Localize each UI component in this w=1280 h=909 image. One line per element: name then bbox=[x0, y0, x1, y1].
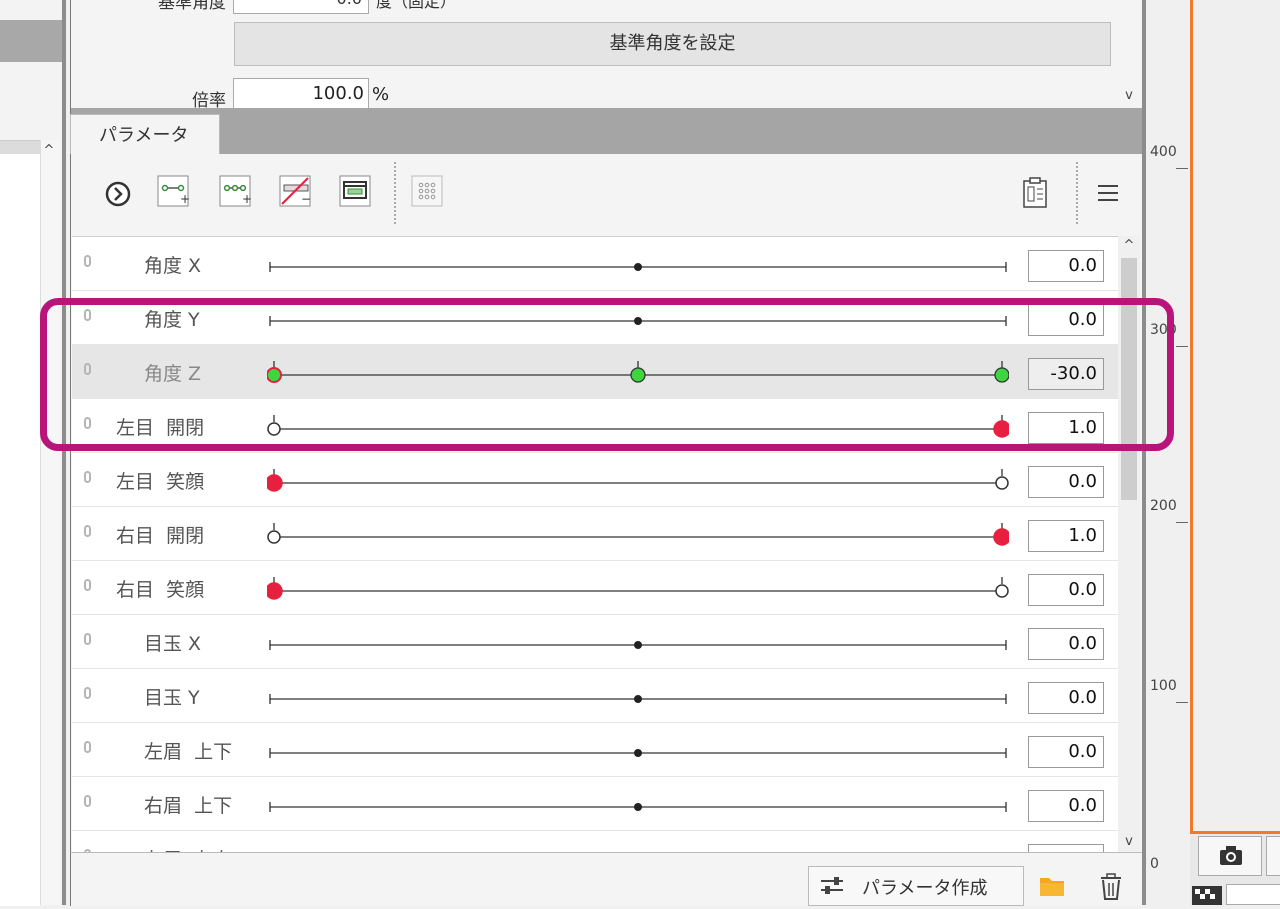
parameter-slider[interactable] bbox=[267, 561, 1009, 615]
base-angle-unit: 度（固定） bbox=[376, 0, 457, 11]
base-angle-label: 基準角度 bbox=[158, 0, 226, 13]
ruler-label: 0 bbox=[1150, 856, 1159, 872]
parameter-name: 右目 開閉 bbox=[116, 525, 205, 547]
parameter-name: 右目 笑顔 bbox=[116, 579, 205, 601]
panel-tab-bar bbox=[70, 108, 1143, 154]
trash-icon[interactable] bbox=[1098, 872, 1124, 906]
parameter-row[interactable]: 右眉 上下 0.0 bbox=[72, 777, 1118, 831]
pin-icon[interactable] bbox=[84, 471, 91, 483]
parameter-row[interactable]: 左眉 左右0.0 bbox=[72, 831, 1118, 853]
scroll-down-icon[interactable]: v bbox=[1118, 832, 1140, 852]
camera-button[interactable] bbox=[1198, 836, 1262, 876]
left-panel-header bbox=[0, 20, 64, 62]
parameter-value-field[interactable]: 0.0 bbox=[1028, 682, 1104, 714]
parameter-slider[interactable] bbox=[267, 453, 1009, 507]
add-three-keys-icon[interactable]: + bbox=[218, 174, 254, 216]
left-scrollbar[interactable] bbox=[40, 140, 59, 905]
base-angle-field[interactable]: 0.0 bbox=[233, 0, 369, 14]
parameter-row[interactable]: 左目 笑顔 0.0 bbox=[72, 453, 1118, 507]
highlight-annotation bbox=[40, 298, 1174, 451]
chevron-circle-icon[interactable] bbox=[100, 174, 136, 216]
parameter-value-field[interactable]: 1.0 bbox=[1028, 520, 1104, 552]
add-key-icon[interactable]: + bbox=[156, 174, 192, 216]
parameter-value-field[interactable]: 0.0 bbox=[1028, 574, 1104, 606]
folder-icon[interactable] bbox=[1038, 874, 1068, 904]
svg-text:+: + bbox=[180, 192, 190, 206]
ruler-tick bbox=[1176, 346, 1188, 347]
parameter-value-field[interactable]: 0.0 bbox=[1028, 628, 1104, 660]
parameter-value-field[interactable]: 0.0 bbox=[1028, 466, 1104, 498]
slider-knob bbox=[634, 749, 642, 757]
camera-icon bbox=[1220, 846, 1242, 865]
menu-icon[interactable] bbox=[1090, 174, 1126, 216]
pin-icon[interactable] bbox=[84, 687, 91, 699]
parameter-row[interactable]: 右目 笑顔 0.0 bbox=[72, 561, 1118, 615]
param-group-icon[interactable] bbox=[338, 174, 374, 216]
parameter-row[interactable]: 角度 X 0.0 bbox=[72, 237, 1118, 291]
key-point bbox=[995, 584, 1009, 598]
tab-parameters[interactable]: パラメータ bbox=[70, 114, 220, 156]
slider-knob bbox=[634, 803, 642, 811]
clipboard-icon[interactable] bbox=[1018, 174, 1054, 216]
toolbar-separator bbox=[1076, 162, 1078, 224]
parameter-row[interactable]: 目玉 X 0.0 bbox=[72, 615, 1118, 669]
canvas-viewport[interactable] bbox=[1190, 0, 1280, 834]
slider-knob bbox=[634, 641, 642, 649]
key-point bbox=[267, 530, 281, 544]
toolbar-separator bbox=[394, 162, 396, 224]
pin-icon[interactable] bbox=[84, 633, 91, 645]
sliders-icon bbox=[821, 877, 843, 894]
panel-divider[interactable] bbox=[62, 0, 66, 905]
parameter-slider[interactable] bbox=[267, 507, 1009, 561]
parameter-slider[interactable] bbox=[267, 615, 1009, 669]
parameter-slider[interactable] bbox=[267, 831, 1009, 853]
set-base-angle-button[interactable]: 基準角度を設定 bbox=[234, 22, 1111, 66]
pin-icon[interactable] bbox=[84, 795, 91, 807]
parameter-value-field[interactable]: 0.0 bbox=[1028, 790, 1104, 822]
pin-icon[interactable] bbox=[84, 255, 91, 267]
ruler-label: 100 bbox=[1150, 678, 1177, 694]
ruler-tick bbox=[1176, 522, 1188, 523]
canvas-tool-button[interactable] bbox=[1266, 836, 1280, 876]
parameter-slider[interactable] bbox=[267, 237, 1009, 291]
remove-key-icon[interactable]: − bbox=[278, 174, 314, 216]
parameter-row[interactable]: 目玉 Y 0.0 bbox=[72, 669, 1118, 723]
key-point bbox=[995, 476, 1009, 490]
scale-field[interactable]: 100.0 bbox=[233, 78, 369, 108]
svg-text:−: − bbox=[301, 192, 311, 206]
vertical-ruler bbox=[1146, 0, 1190, 905]
slider-knob bbox=[267, 474, 283, 492]
slider-knob bbox=[634, 263, 642, 271]
canvas-zoom-field[interactable] bbox=[1226, 884, 1280, 905]
pin-icon[interactable] bbox=[84, 579, 91, 591]
grid-icon[interactable] bbox=[410, 174, 446, 216]
slider-knob bbox=[634, 695, 642, 703]
parameter-slider[interactable] bbox=[267, 777, 1009, 831]
inspector-scroll-down-icon[interactable]: v bbox=[1118, 86, 1140, 106]
checkerboard-icon[interactable] bbox=[1192, 886, 1222, 905]
parameter-row[interactable]: 左眉 上下 0.0 bbox=[72, 723, 1118, 777]
parameter-slider[interactable] bbox=[267, 669, 1009, 723]
create-parameter-label: パラメータ作成 bbox=[862, 878, 988, 899]
parameter-row[interactable]: 右目 開閉 1.0 bbox=[72, 507, 1118, 561]
parameter-value-field[interactable]: 0.0 bbox=[1028, 736, 1104, 768]
parameter-value-field[interactable]: 0.0 bbox=[1028, 250, 1104, 282]
pin-icon[interactable] bbox=[84, 741, 91, 753]
slider-knob bbox=[993, 528, 1009, 546]
left-scroll-up-icon[interactable]: ^ bbox=[40, 142, 58, 160]
pin-icon[interactable] bbox=[84, 525, 91, 537]
scale-unit: % bbox=[372, 84, 390, 105]
parameter-name: 左目 笑顔 bbox=[116, 471, 205, 493]
scroll-up-icon[interactable]: ^ bbox=[1118, 236, 1140, 256]
parameter-slider[interactable] bbox=[267, 723, 1009, 777]
ruler-tick bbox=[1176, 702, 1188, 703]
ruler-label: 400 bbox=[1150, 144, 1177, 160]
slider-knob bbox=[267, 582, 283, 600]
svg-text:+: + bbox=[242, 192, 252, 206]
left-list[interactable] bbox=[0, 140, 40, 906]
left-list-item[interactable] bbox=[0, 141, 40, 154]
ruler-label: 200 bbox=[1150, 498, 1177, 514]
ruler-tick bbox=[1176, 168, 1188, 169]
